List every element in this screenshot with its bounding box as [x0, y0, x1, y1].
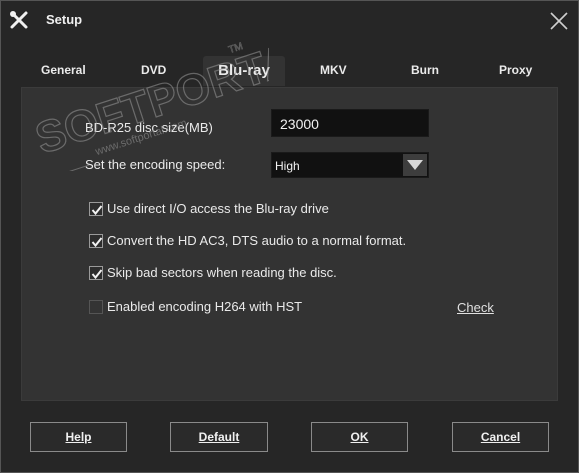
option-label: Convert the HD AC3, DTS audio to a norma…: [107, 233, 407, 248]
tab-proxy[interactable]: Proxy: [499, 63, 532, 77]
checkbox-checked[interactable]: [89, 234, 103, 248]
title-bar: Setup: [1, 1, 578, 39]
ok-button[interactable]: OK: [311, 422, 408, 452]
cancel-button[interactable]: Cancel: [452, 422, 549, 452]
tools-icon: [9, 10, 29, 30]
encoding-speed-value: High: [275, 159, 300, 173]
setup-window: Setup General DVD Blu-ray MKV Burn Proxy…: [0, 0, 579, 473]
option-label: Skip bad sectors when reading the disc.: [107, 265, 337, 280]
default-button[interactable]: Default: [170, 422, 268, 452]
option-label: Use direct I/O access the Blu-ray drive: [107, 201, 329, 216]
watermark-tm: TM: [227, 41, 244, 56]
chevron-down-icon[interactable]: [403, 154, 427, 176]
encoding-speed-select[interactable]: High: [271, 152, 429, 178]
checkbox-checked[interactable]: [89, 202, 103, 216]
check-link[interactable]: Check: [457, 300, 494, 315]
blu-ray-settings-panel: BD-R25 disc size(MB) 23000 Set the encod…: [21, 87, 558, 401]
checkbox-unchecked[interactable]: [89, 300, 103, 314]
option-label: Enabled encoding H264 with HST: [107, 299, 303, 314]
tab-general[interactable]: General: [41, 63, 86, 77]
close-icon[interactable]: [549, 11, 569, 31]
disc-size-label: BD-R25 disc size(MB): [85, 120, 213, 135]
tab-blu-ray[interactable]: Blu-ray: [203, 56, 285, 86]
tab-bar: General DVD Blu-ray MKV Burn Proxy: [1, 56, 578, 87]
checkbox-checked[interactable]: [89, 266, 103, 280]
tab-burn[interactable]: Burn: [411, 63, 439, 77]
disc-size-input[interactable]: 23000: [271, 109, 429, 137]
tab-dvd[interactable]: DVD: [141, 63, 166, 77]
help-button[interactable]: Help: [30, 422, 127, 452]
tab-mkv[interactable]: MKV: [320, 63, 347, 77]
window-title: Setup: [46, 12, 83, 27]
encoding-speed-label: Set the encoding speed:: [85, 157, 226, 172]
